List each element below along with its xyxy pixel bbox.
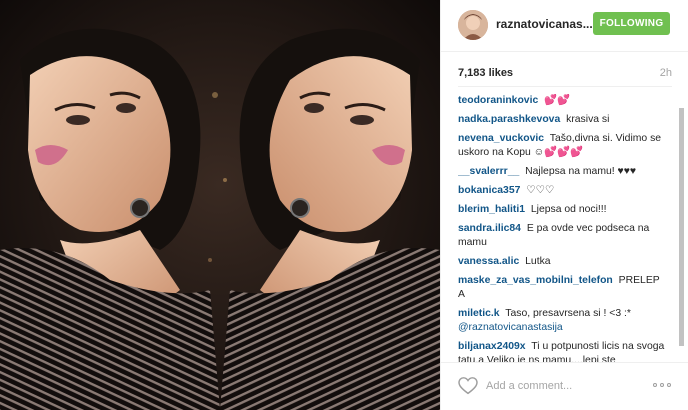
more-dot [660, 383, 664, 387]
likes-count[interactable]: 7,183 likes [458, 67, 513, 79]
comment-text: 💕💕 [544, 95, 571, 106]
avatar-image [458, 10, 488, 40]
comment-item: bokanica357 ♡♡♡ [458, 184, 668, 198]
comment-text: Taso, presavrsena si ! <3 :* [505, 308, 631, 319]
comment-item: nevena_vuckovic Tašo,divna si. Vidimo se… [458, 132, 668, 160]
post-header: raznatovicanas... FOLLOWING [441, 0, 688, 52]
heart-outline-icon[interactable] [458, 377, 478, 395]
scrollbar-thumb[interactable] [679, 108, 684, 346]
post-side-panel: raznatovicanas... FOLLOWING 7,183 likes … [440, 0, 688, 410]
comment-item: biljanax2409x Ti u potpunosti licis na s… [458, 340, 668, 362]
more-dot [653, 383, 657, 387]
comment-author[interactable]: __svalerrr__ [458, 166, 519, 177]
comment-text: Ljepsa od noci!!! [530, 204, 607, 215]
more-dot [667, 383, 671, 387]
comment-author[interactable]: bokanica357 [458, 185, 520, 196]
comment-text: ♡♡♡ [526, 185, 555, 196]
comment-text: Lutka [525, 256, 551, 267]
post-time[interactable]: 2h [660, 67, 672, 79]
comment-author[interactable]: vanessa.alic [458, 256, 519, 267]
comment-author[interactable]: maske_za_vas_mobilni_telefon [458, 275, 613, 286]
comment-author[interactable]: blerim_haliti1 [458, 204, 525, 215]
comment-item: teodoraninkovic 💕💕 [458, 94, 668, 108]
comment-text: Najlepsa na mamu! ♥♥♥ [525, 166, 637, 177]
comment-item: blerim_haliti1 Ljepsa od noci!!! [458, 203, 668, 217]
post-username[interactable]: raznatovicanas... [496, 17, 593, 31]
comment-item: miletic.k Taso, presavrsena si ! <3 :* @… [458, 307, 668, 335]
comment-item: __svalerrr__ Najlepsa na mamu! ♥♥♥ [458, 165, 668, 179]
user-avatar[interactable] [458, 10, 488, 40]
comment-author[interactable]: sandra.ilic84 [458, 223, 521, 234]
comment-mention[interactable]: @raznatovicanastasija [458, 322, 563, 333]
comment-item: sandra.ilic84 E pa ovde vec podseca na m… [458, 222, 668, 250]
comment-item: nadka.parashkevova krasiva si [458, 113, 668, 127]
post-photo[interactable] [0, 0, 440, 410]
comment-author[interactable]: nadka.parashkevova [458, 114, 560, 125]
more-options-icon[interactable] [653, 383, 671, 389]
comment-author[interactable]: teodoraninkovic [458, 95, 538, 106]
comment-item: vanessa.alic Lutka [458, 255, 668, 269]
comments-list[interactable]: teodoraninkovic 💕💕 nadka.parashkevova kr… [458, 94, 684, 362]
stats-divider [458, 86, 672, 87]
comments-scrollbar[interactable] [679, 94, 684, 362]
comment-text: krasiva si [566, 114, 610, 125]
instagram-post: raznatovicanas... FOLLOWING 7,183 likes … [0, 0, 688, 410]
post-stats: 7,183 likes 2h [458, 67, 672, 81]
comment-author[interactable]: miletic.k [458, 308, 500, 319]
mirrored-portrait-image [0, 0, 440, 410]
comment-author[interactable]: nevena_vuckovic [458, 133, 544, 144]
add-comment-input[interactable] [486, 378, 636, 394]
post-footer [441, 362, 688, 410]
comment-item: maske_za_vas_mobilni_telefon PRELEP A [458, 274, 668, 302]
following-button[interactable]: FOLLOWING [593, 12, 670, 35]
comment-author[interactable]: biljanax2409x [458, 341, 526, 352]
